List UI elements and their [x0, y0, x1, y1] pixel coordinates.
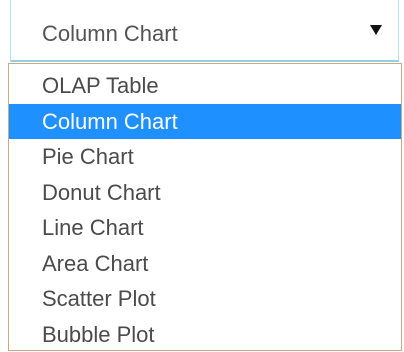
- option-olap-table[interactable]: OLAP Table: [9, 68, 401, 104]
- option-scatter-plot[interactable]: Scatter Plot: [9, 281, 401, 317]
- option-area-chart[interactable]: Area Chart: [9, 246, 401, 282]
- option-bubble-plot[interactable]: Bubble Plot: [9, 317, 401, 352]
- chart-type-options-list[interactable]: OLAP Table Column Chart Pie Chart Donut …: [8, 63, 402, 351]
- option-line-chart[interactable]: Line Chart: [9, 210, 401, 246]
- chart-type-select-value: Column Chart: [42, 21, 178, 46]
- option-pie-chart[interactable]: Pie Chart: [9, 139, 401, 175]
- chart-type-select[interactable]: Column Chart: [10, 0, 399, 62]
- option-column-chart[interactable]: Column Chart: [9, 103, 401, 139]
- caret-down-icon[interactable]: [370, 25, 382, 35]
- option-donut-chart[interactable]: Donut Chart: [9, 175, 401, 211]
